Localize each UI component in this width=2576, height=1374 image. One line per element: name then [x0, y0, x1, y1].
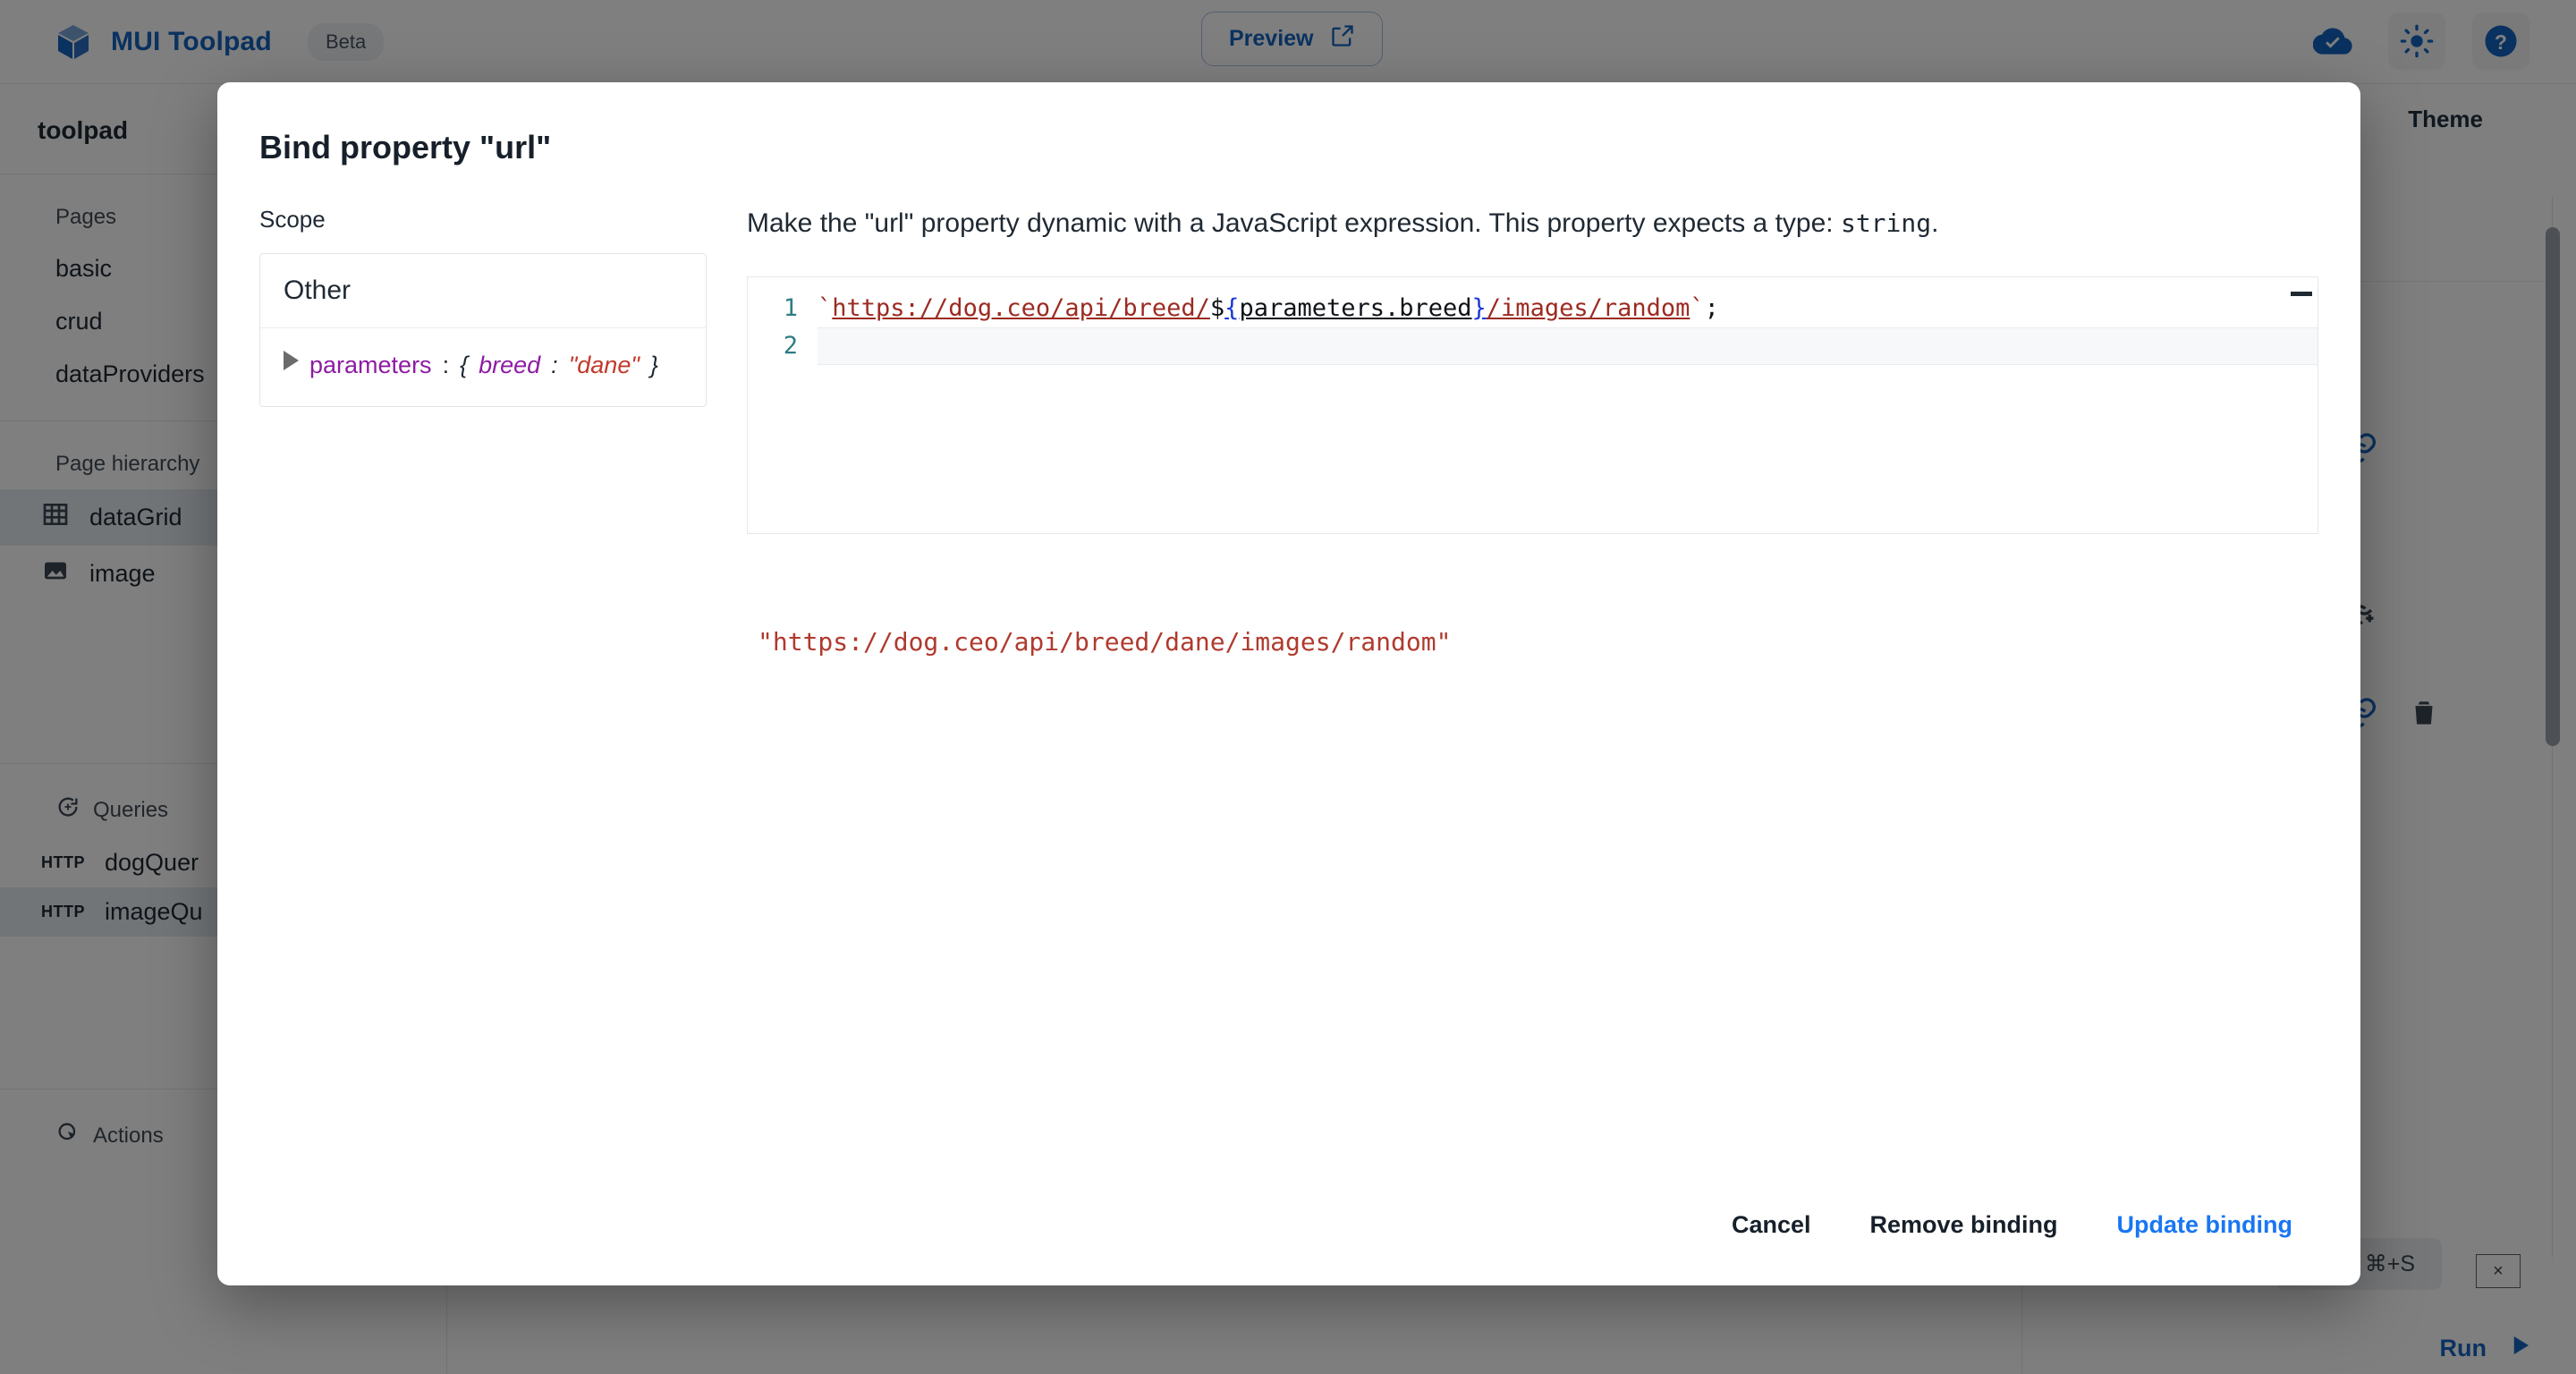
code-token: {	[1224, 294, 1239, 322]
code-token: `	[1690, 294, 1704, 322]
remove-binding-button[interactable]: Remove binding	[1847, 1193, 2081, 1257]
description-prefix: Make the "url" property dynamic with a J…	[747, 208, 1834, 238]
scope-inner-key: breed	[479, 352, 540, 379]
code-token: $	[1210, 294, 1224, 322]
code-tokens: `https://dog.ceo/api/breed/${parameters.…	[818, 294, 1719, 322]
scope-box: Other parameters: { breed: "dane"}	[259, 253, 707, 407]
screen: MUI Toolpad Beta Preview	[0, 0, 2576, 1374]
bind-property-dialog: Bind property "url" Scope Other paramete…	[217, 82, 2360, 1285]
scope-close-brace: }	[650, 352, 658, 379]
evaluated-result: "https://dog.ceo/api/breed/dane/images/r…	[747, 627, 2318, 657]
scope-label: Scope	[259, 206, 707, 253]
editor-line: 2	[748, 327, 2318, 365]
code-token: `	[818, 294, 832, 322]
code-editor[interactable]: 1 `https://dog.ceo/api/breed/${parameter…	[747, 276, 2318, 534]
code-token: https://dog.ceo/api/breed/	[832, 294, 1210, 322]
editor-code-line[interactable]	[818, 327, 2318, 365]
triangle-right-icon[interactable]	[284, 351, 299, 370]
scope-key: parameters	[309, 352, 432, 379]
scope-colon: :	[443, 352, 450, 379]
scope-entry-parameters[interactable]: parameters: { breed: "dane"}	[260, 328, 706, 406]
dialog-body: Scope Other parameters: {breed: "dane"} …	[217, 166, 2360, 657]
scope-inner-colon: :	[551, 352, 558, 379]
code-token: ;	[1705, 294, 1719, 322]
code-token: parameters.breed	[1239, 294, 1471, 322]
code-token: /images/random	[1487, 294, 1690, 322]
description-type: string	[1841, 208, 1931, 238]
editor-column: Make the "url" property dynamic with a J…	[707, 206, 2318, 657]
editor-code-line[interactable]: `https://dog.ceo/api/breed/${parameters.…	[818, 294, 2318, 322]
scope-group-other: Other	[260, 254, 706, 328]
code-token: }	[1472, 294, 1487, 322]
description-suffix: .	[1931, 208, 1938, 238]
line-number: 2	[748, 332, 818, 360]
editor-minimap[interactable]	[2291, 292, 2312, 296]
update-binding-button[interactable]: Update binding	[2094, 1193, 2316, 1257]
scope-inner-value: "dane"	[569, 352, 640, 379]
editor-line: 1 `https://dog.ceo/api/breed/${parameter…	[748, 290, 2318, 327]
dialog-actions: Cancel Remove binding Update binding	[1708, 1193, 2316, 1257]
cancel-button[interactable]: Cancel	[1708, 1193, 1835, 1257]
line-number: 1	[748, 294, 818, 322]
scope-open-brace: {	[460, 352, 468, 379]
scope-column: Scope Other parameters: { breed: "dane"}	[259, 206, 707, 657]
dialog-description: Make the "url" property dynamic with a J…	[747, 206, 2318, 242]
dialog-title: Bind property "url"	[217, 82, 2360, 166]
